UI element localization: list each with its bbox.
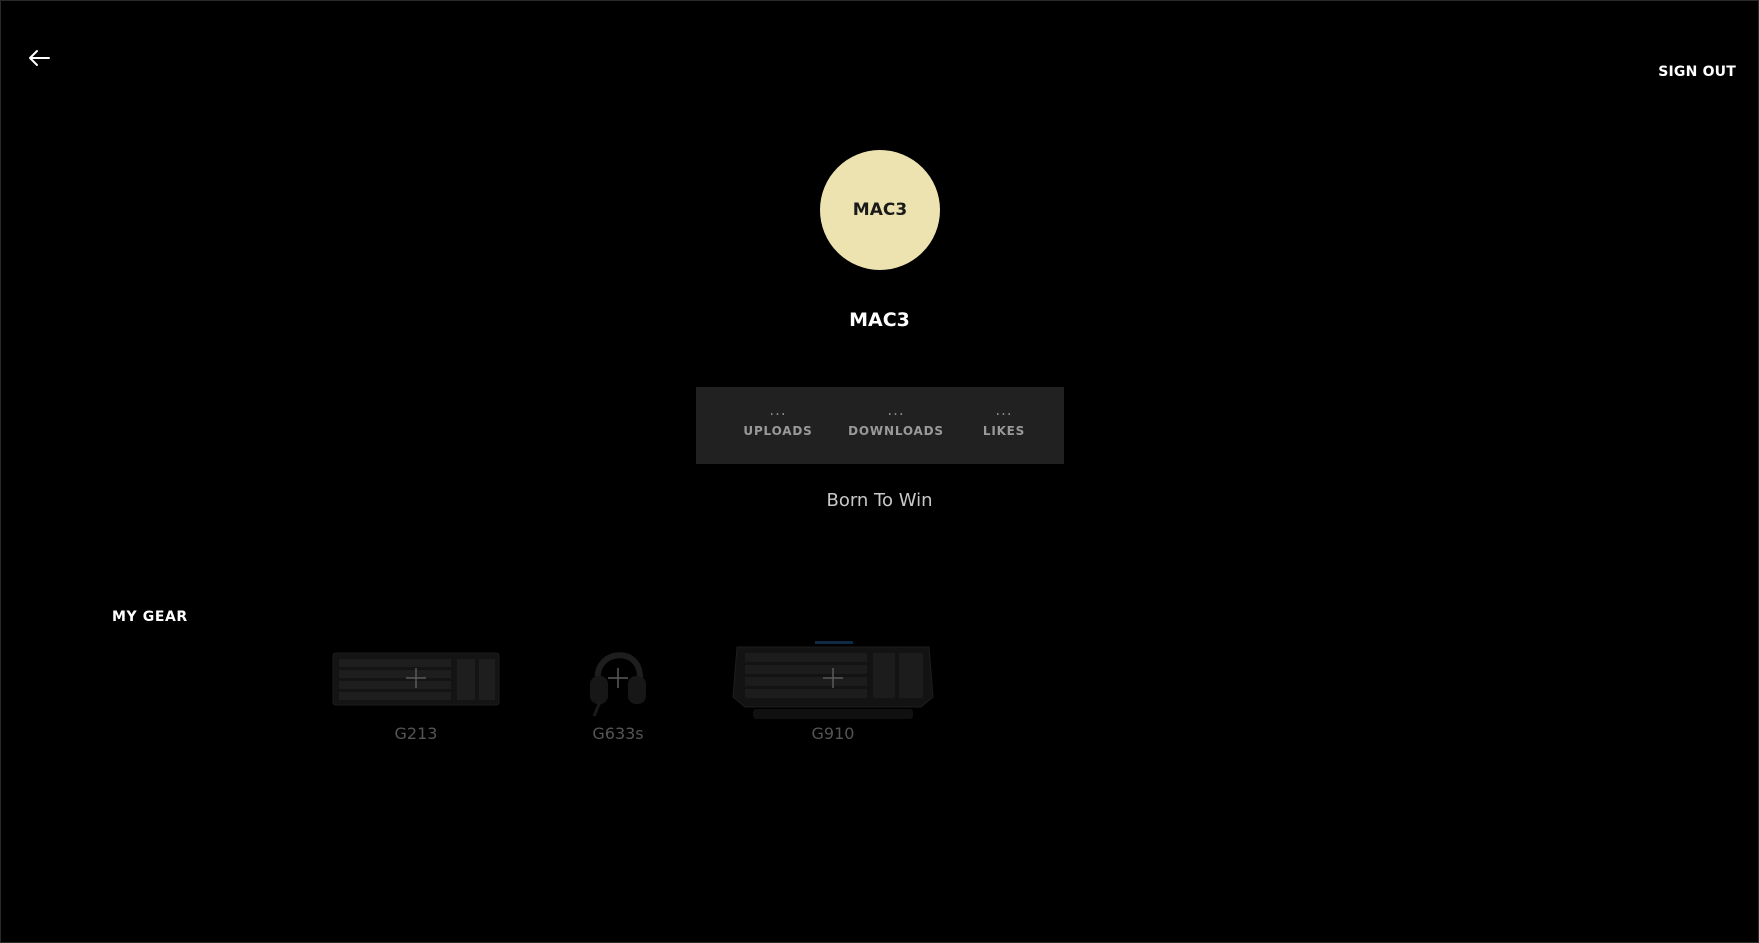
gear-item-g213[interactable]: G213 — [330, 640, 502, 743]
window-frame — [0, 0, 1759, 943]
stat-downloads[interactable]: ... DOWNLOADS — [846, 387, 946, 464]
stat-likes-value: ... — [995, 401, 1013, 419]
gear-item-g910[interactable]: G910 — [730, 640, 936, 743]
my-gear-heading: MY GEAR — [112, 609, 188, 625]
stat-uploads-label: UPLOADS — [743, 424, 813, 438]
stat-downloads-label: DOWNLOADS — [848, 424, 944, 438]
plus-icon — [608, 668, 628, 688]
stats-panel: ... UPLOADS ... DOWNLOADS ... LIKES — [696, 387, 1064, 464]
stat-uploads[interactable]: ... UPLOADS — [732, 387, 824, 464]
back-button[interactable] — [26, 46, 52, 70]
stat-uploads-value: ... — [769, 401, 787, 419]
plus-icon — [823, 668, 843, 688]
gear-label-g910: G910 — [811, 724, 855, 743]
gear-image-g633s — [568, 640, 668, 717]
profile-motto: Born To Win — [826, 490, 933, 511]
plus-icon — [406, 668, 426, 688]
gear-image-g213 — [330, 640, 502, 716]
gear-image-g910 — [730, 640, 936, 719]
arrow-left-icon — [29, 50, 50, 66]
avatar-initials: MAC3 — [852, 200, 908, 220]
stat-likes-label: LIKES — [982, 424, 1026, 438]
avatar[interactable]: MAC3 — [820, 150, 940, 270]
stat-likes[interactable]: ... LIKES — [972, 387, 1036, 464]
gear-item-g633s[interactable]: G633s — [568, 640, 668, 743]
gear-label-g213: G213 — [394, 724, 438, 743]
gear-label-g633s: G633s — [592, 724, 644, 743]
stat-downloads-value: ... — [887, 401, 905, 419]
profile-name: MAC3 — [849, 309, 910, 331]
sign-out-button[interactable]: SIGN OUT — [1658, 64, 1736, 80]
